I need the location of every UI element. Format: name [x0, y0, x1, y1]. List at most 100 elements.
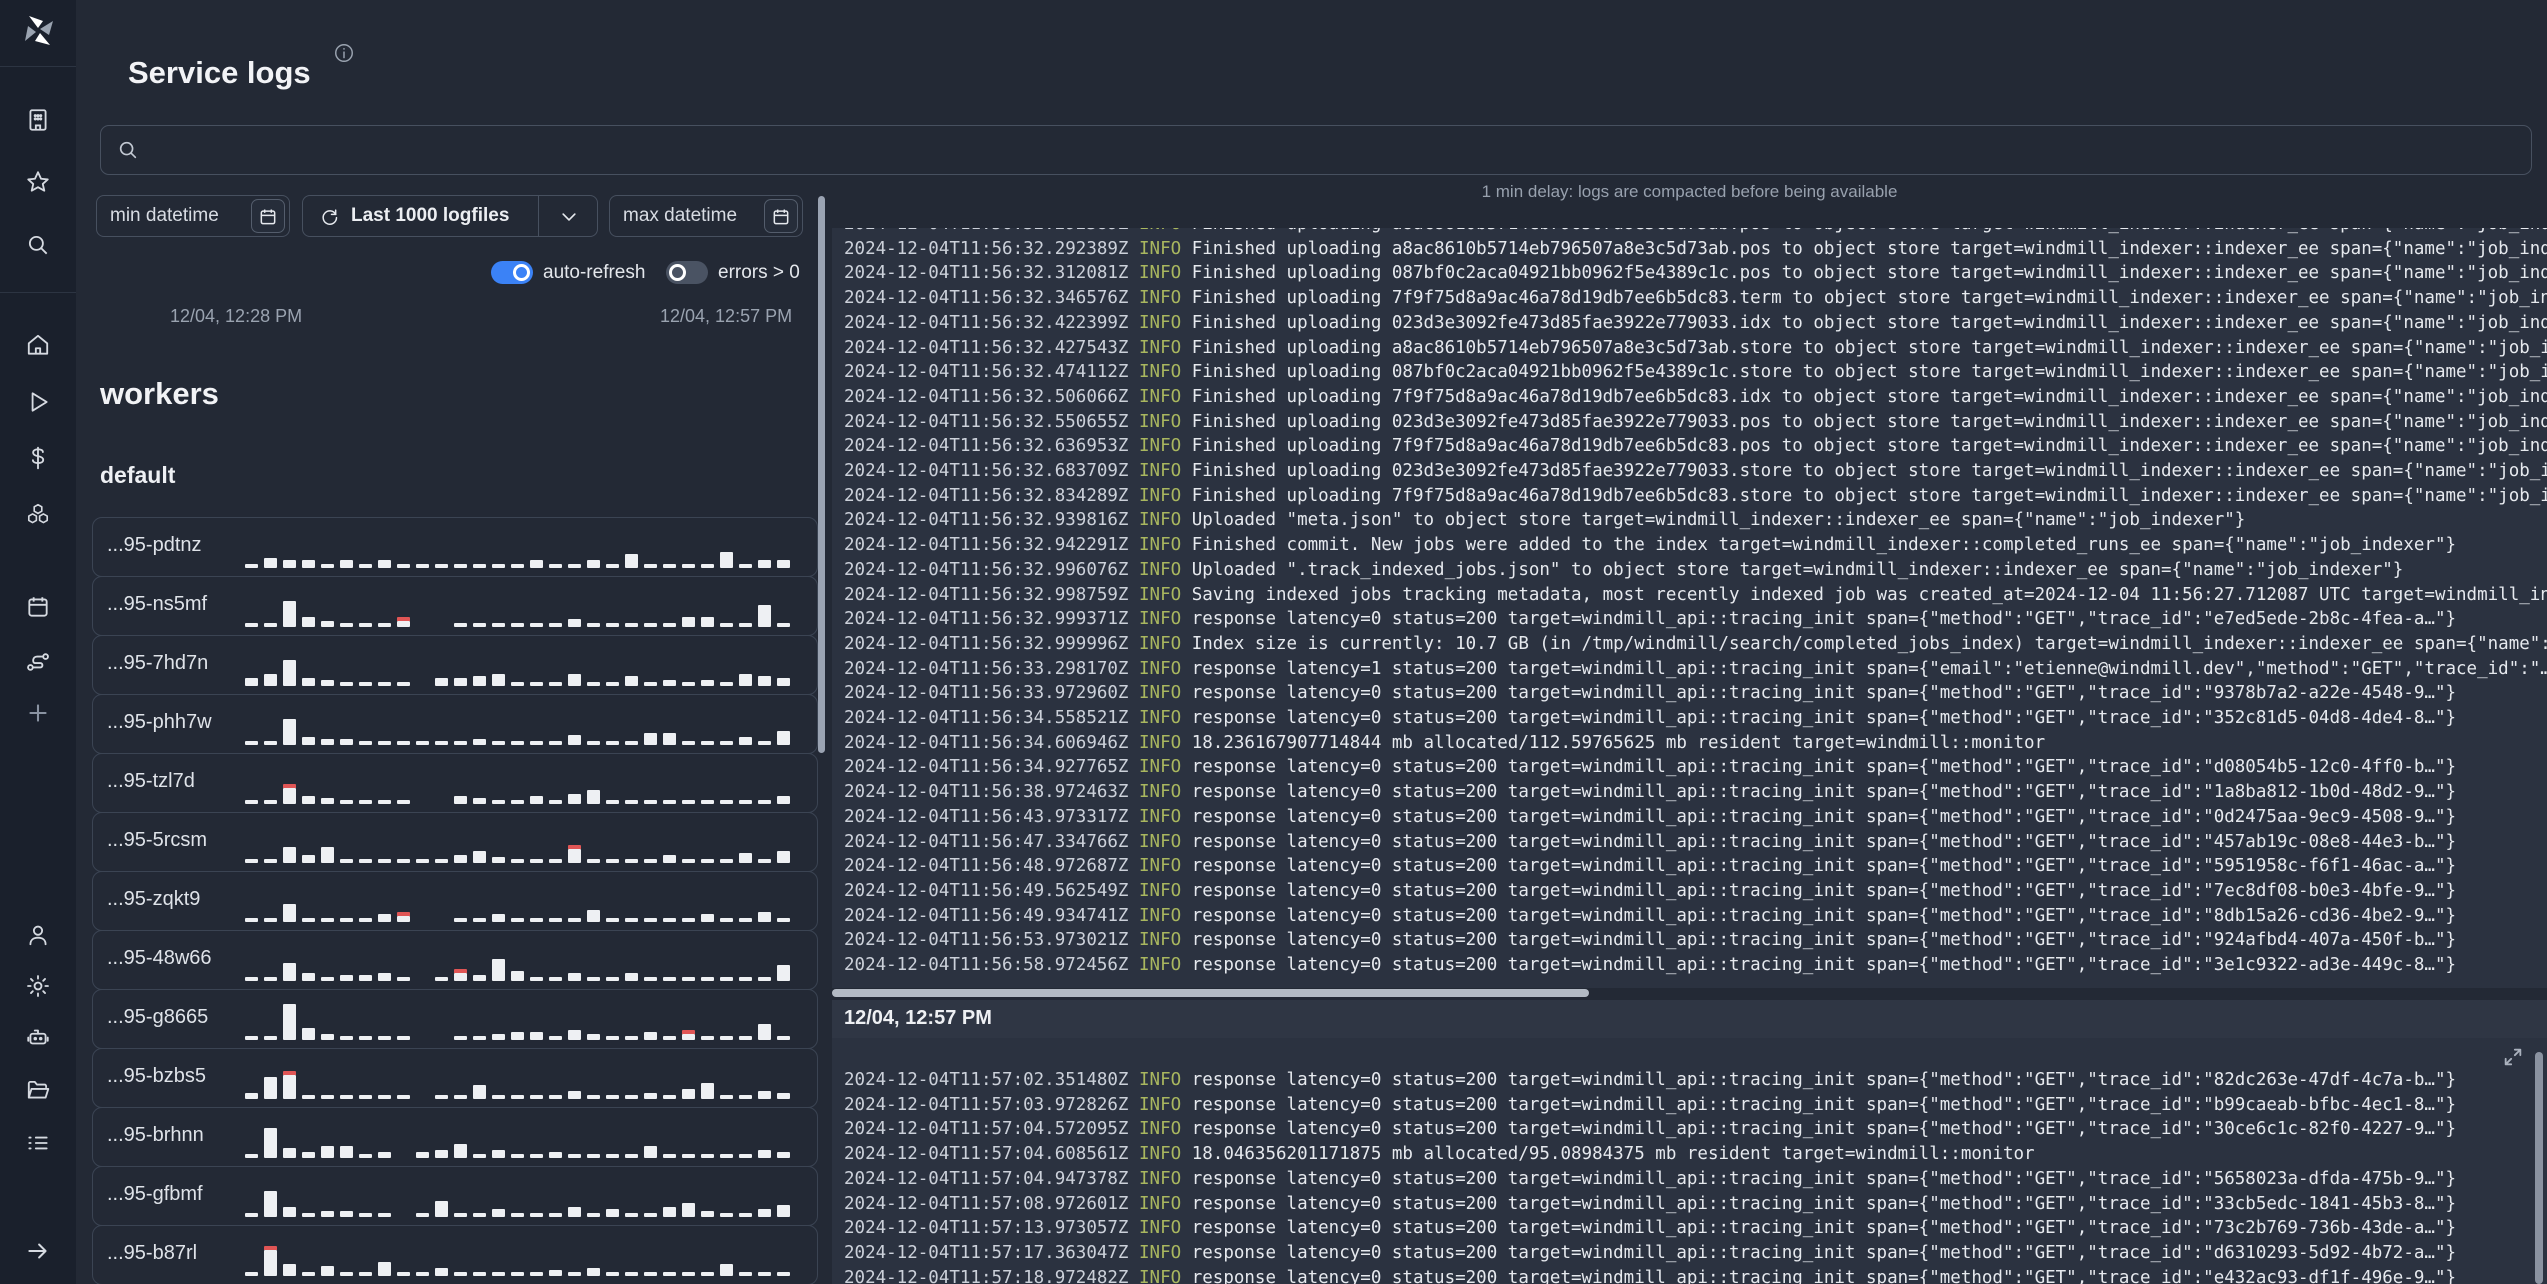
activity-bar — [435, 678, 448, 686]
workers-robot-icon[interactable] — [25, 1024, 51, 1050]
worker-row[interactable]: ...95-bzbs5 — [92, 1048, 818, 1108]
activity-bar — [416, 859, 429, 863]
activity-bar — [264, 558, 277, 568]
log-line: 2024-12-04T11:56:38.972463Z INFO respons… — [844, 782, 2457, 803]
worker-row[interactable]: ...95-48w66 — [92, 930, 818, 990]
activity-bar — [606, 1095, 619, 1099]
activity-bar — [701, 1036, 714, 1040]
log-horizontal-scrollbar[interactable] — [832, 989, 1589, 997]
worker-row[interactable]: ...95-7hd7n — [92, 635, 818, 695]
max-datetime-calendar-button[interactable] — [764, 199, 798, 233]
auto-refresh-toggle[interactable] — [491, 261, 533, 284]
audit-logs-list-icon[interactable] — [25, 1130, 51, 1156]
expand-icon[interactable] — [2502, 1046, 2524, 1068]
activity-bar — [682, 617, 695, 627]
activity-bar — [701, 617, 714, 627]
activity-bar — [587, 1034, 600, 1040]
log-line: 2024-12-04T11:56:32.683709Z INFO Finishe… — [844, 461, 2547, 482]
max-datetime-field[interactable]: max datetime — [609, 195, 803, 237]
activity-bar — [530, 1272, 543, 1276]
range-end-time: 12/04, 12:57 PM — [660, 306, 793, 326]
search-icon — [117, 139, 139, 161]
activity-bar — [473, 1272, 486, 1276]
settings-gear-icon[interactable] — [25, 973, 51, 999]
worker-row[interactable]: ...95-phh7w — [92, 694, 818, 754]
worker-row[interactable]: ...95-pdtnz — [92, 517, 818, 577]
activity-bar — [644, 1272, 657, 1276]
worker-activity-chart — [245, 1057, 805, 1099]
activity-bar — [625, 1036, 638, 1040]
activity-bar — [625, 800, 638, 804]
log-line: 2024-12-04T11:56:49.934741Z INFO respons… — [844, 905, 2457, 926]
worker-row[interactable]: ...95-g8665 — [92, 989, 818, 1049]
activity-bar — [359, 1272, 372, 1276]
activity-bar — [682, 1154, 695, 1158]
sidebar-divider — [0, 292, 76, 293]
routes-icon[interactable] — [25, 649, 51, 675]
log-vertical-scrollbar[interactable] — [2535, 1052, 2543, 1284]
folders-icon[interactable] — [25, 1077, 51, 1103]
log-lines: 2024-12-04T11:56:32.292389Z INFO Finishe… — [844, 228, 2547, 978]
worker-row[interactable]: ...95-5rcsm — [92, 812, 818, 872]
activity-bar — [245, 918, 258, 922]
activity-bar — [701, 859, 714, 863]
log-line: 2024-12-04T11:57:13.973057Z INFO respons… — [844, 1218, 2457, 1239]
activity-bar — [758, 800, 771, 804]
logfiles-selector[interactable]: Last 1000 logfiles — [302, 195, 598, 237]
activity-bar — [625, 973, 638, 981]
activity-bar — [340, 1146, 353, 1158]
activity-bar — [720, 552, 733, 568]
worker-row[interactable]: ...95-zqkt9 — [92, 871, 818, 931]
activity-bar — [720, 859, 733, 863]
activity-bar — [530, 918, 543, 922]
favorites-star-icon[interactable] — [25, 169, 51, 195]
activity-bar — [663, 855, 676, 863]
activity-bar — [302, 1213, 315, 1217]
search-input[interactable] — [149, 130, 2513, 170]
expand-sidebar-arrow-icon[interactable] — [25, 1238, 51, 1264]
log-line: 2024-12-04T11:56:32.474112Z INFO Finishe… — [844, 362, 2547, 383]
min-datetime-calendar-button[interactable] — [251, 199, 285, 233]
worker-row[interactable]: ...95-tzl7d — [92, 753, 818, 813]
activity-bar — [739, 674, 752, 686]
runs-play-icon[interactable] — [25, 389, 51, 415]
log-section-top[interactable]: 2024-12-04T11:56:32.292389Z INFO Finishe… — [832, 228, 2547, 988]
chevron-down-icon[interactable] — [559, 207, 579, 227]
worker-name: ...95-ns5mf — [107, 593, 208, 615]
worker-row[interactable]: ...95-brhnn — [92, 1107, 818, 1167]
activity-bar — [340, 739, 353, 745]
worker-activity-chart — [245, 526, 805, 568]
search-nav-icon[interactable] — [25, 232, 51, 258]
log-line: 2024-12-04T11:56:32.942291Z INFO Finishe… — [844, 535, 2457, 556]
worker-row[interactable]: ...95-ns5mf — [92, 576, 818, 636]
activity-bar — [739, 918, 752, 922]
activity-bar — [492, 1272, 505, 1276]
home-icon[interactable] — [25, 332, 51, 358]
log-line: 2024-12-04T11:56:32.346576Z INFO Finishe… — [844, 288, 2547, 309]
workspace-icon[interactable] — [25, 107, 51, 133]
activity-bar — [283, 904, 296, 922]
info-icon[interactable] — [333, 42, 355, 64]
usage-dollar-icon[interactable] — [25, 445, 51, 471]
windmill-logo[interactable] — [22, 14, 56, 48]
activity-bar — [739, 1095, 752, 1099]
worker-row[interactable]: ...95-b87rl — [92, 1225, 818, 1284]
errors-toggle[interactable] — [666, 261, 708, 284]
add-plus-icon[interactable] — [25, 700, 51, 726]
min-datetime-field[interactable]: min datetime — [96, 195, 290, 237]
activity-bar — [283, 719, 296, 745]
activity-bar — [340, 1272, 353, 1276]
schedules-calendar-icon[interactable] — [25, 594, 51, 620]
activity-bar — [283, 963, 296, 981]
left-panel-scrollbar[interactable] — [818, 196, 825, 753]
resources-cubes-icon[interactable] — [25, 502, 51, 528]
activity-bar — [606, 800, 619, 804]
activity-bar — [378, 1213, 391, 1217]
log-line: 2024-12-04T11:57:04.572095Z INFO respons… — [844, 1119, 2457, 1140]
worker-row[interactable]: ...95-gfbmf — [92, 1166, 818, 1226]
activity-bar — [587, 1095, 600, 1099]
activity-bar — [511, 682, 524, 686]
user-icon[interactable] — [25, 922, 51, 948]
worker-activity-chart — [245, 939, 805, 981]
log-section-bottom[interactable]: 2024-12-04T11:57:02.351480Z INFO respons… — [832, 1038, 2547, 1284]
